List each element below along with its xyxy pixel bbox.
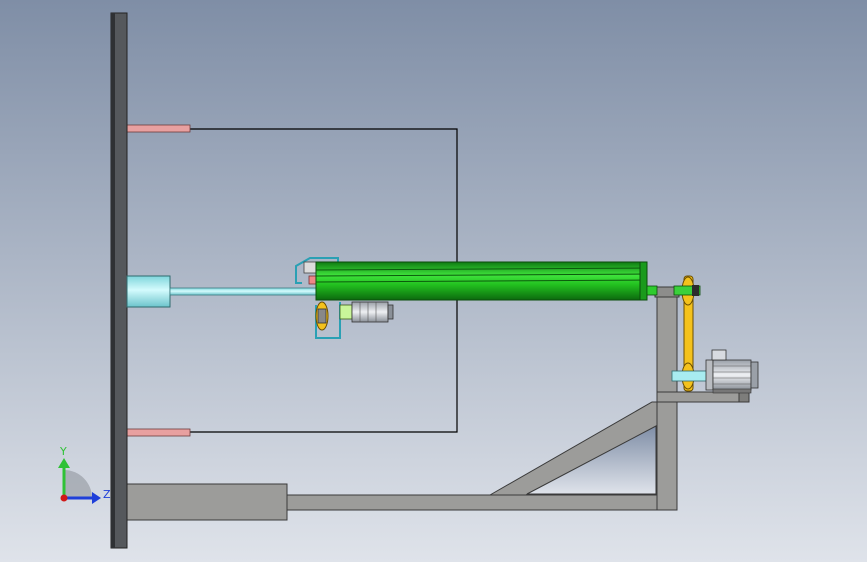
small-motor-flange	[339, 304, 353, 320]
lower-shaft	[671, 370, 709, 382]
motor-platform-lip	[738, 391, 750, 403]
small-motor-body	[351, 301, 389, 323]
roller-end-cap	[639, 261, 648, 301]
z-axis-label: Z	[103, 488, 111, 501]
wall-plate-edge	[111, 13, 115, 548]
triad-origin-dot	[60, 494, 68, 502]
motor-terminal-box	[711, 349, 727, 361]
small-gear-motor[interactable]	[339, 301, 394, 323]
cylinder-body	[126, 275, 171, 308]
cad-viewport[interactable]: Y Z	[0, 0, 867, 562]
piston-rod	[169, 287, 321, 296]
motor-platform	[656, 391, 748, 403]
motor-flange	[705, 359, 714, 391]
main-roller[interactable]	[315, 261, 658, 301]
motor-foot	[712, 388, 752, 394]
upper-shaft-nut	[692, 285, 699, 296]
y-axis-label: Y	[59, 445, 67, 458]
guide-pin-lower	[126, 428, 191, 437]
base-beam	[286, 494, 678, 511]
motor-fan-cover	[750, 361, 759, 389]
motor-housing	[712, 359, 752, 391]
small-motor-endcap	[387, 304, 394, 320]
small-pulley-hub	[317, 308, 327, 324]
assembly-drawing[interactable]: Y Z	[0, 0, 867, 562]
base-block	[126, 483, 288, 521]
roller-shaft	[646, 285, 658, 296]
guide-pin-upper	[126, 124, 191, 133]
